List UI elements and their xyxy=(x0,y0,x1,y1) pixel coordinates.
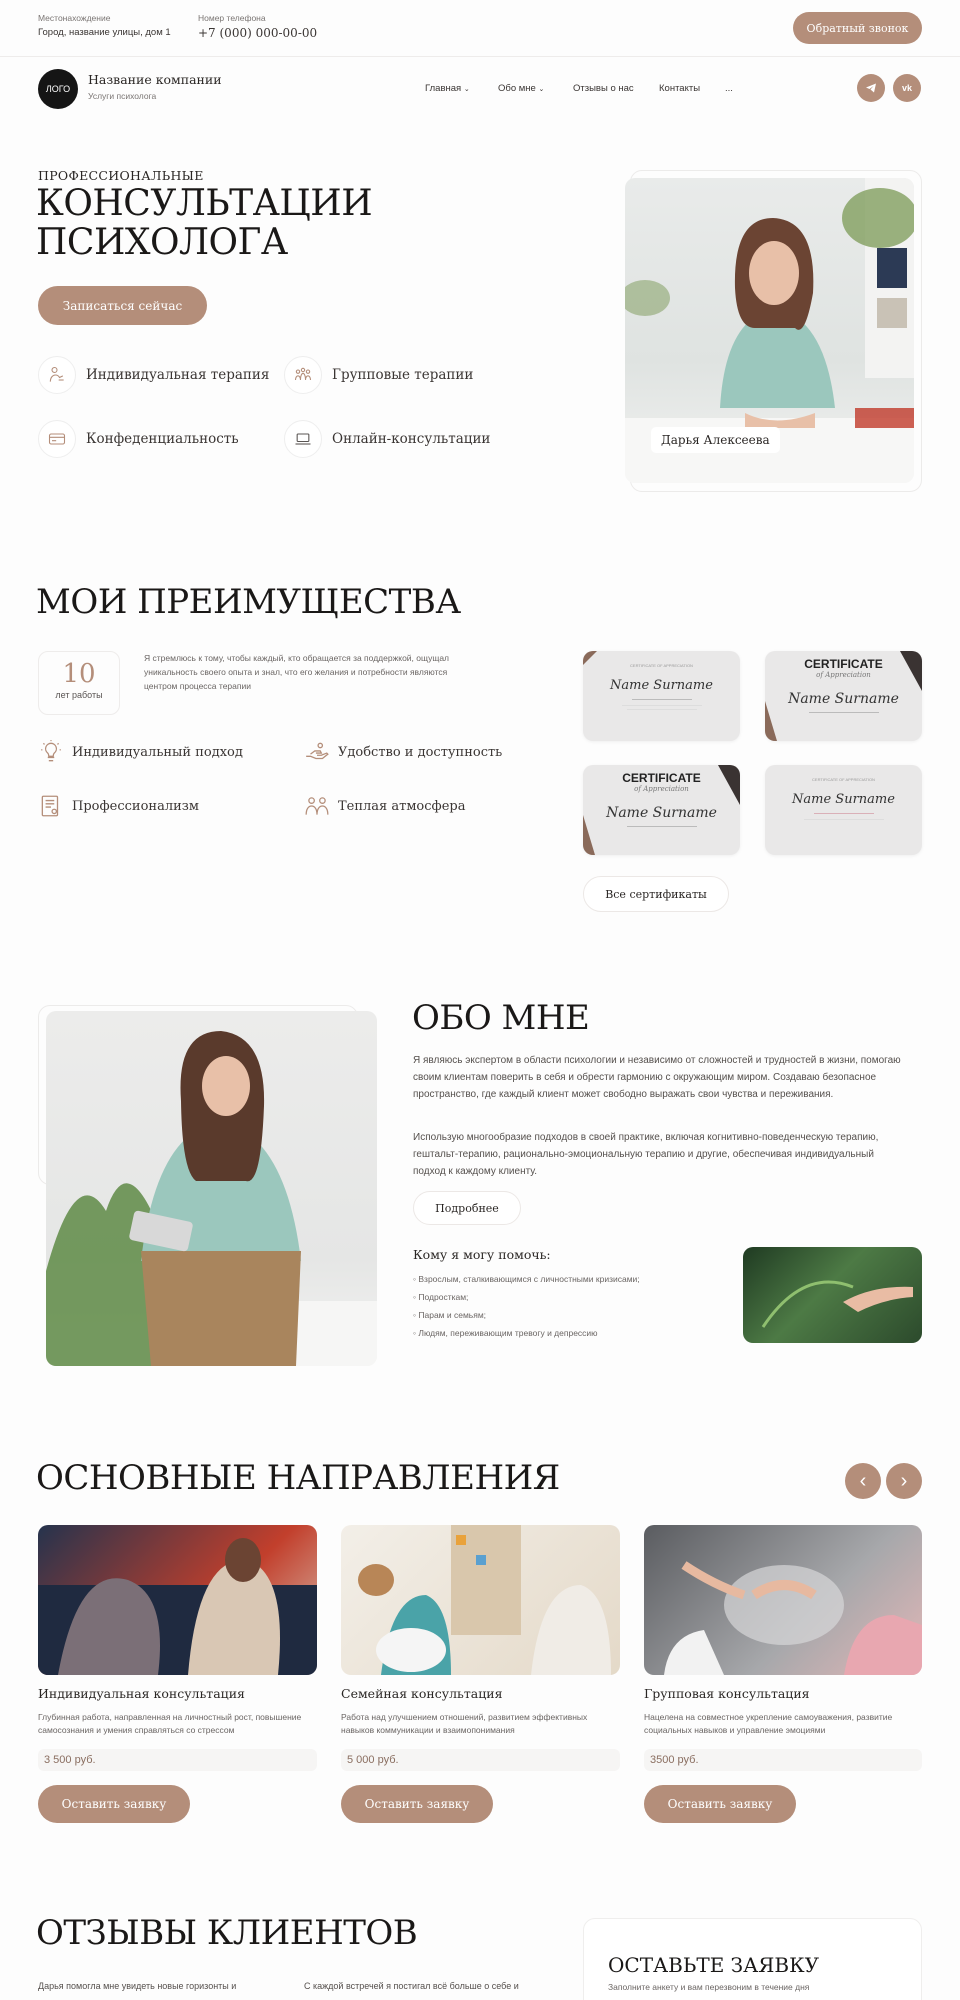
order-button[interactable]: Оставить заявку xyxy=(644,1785,796,1823)
signup-button[interactable]: Записаться сейчас xyxy=(38,286,207,325)
direction-card-text: Глубинная работа, направленная на личнос… xyxy=(38,1712,302,1735)
direction-price: 3500 руб. xyxy=(644,1749,922,1771)
about-paragraph-2: Использую многообразие подходов в своей … xyxy=(413,1132,879,1177)
hero-title: КОНСУЛЬТАЦИИ ПСИХОЛОГА xyxy=(36,183,373,263)
direction-card-text: Работа над улучшением отношений, развити… xyxy=(341,1712,588,1735)
direction-photo xyxy=(644,1525,922,1675)
order-button[interactable]: Оставить заявку xyxy=(38,1785,190,1823)
order-button[interactable]: Оставить заявку xyxy=(341,1785,493,1823)
slider-prev-button[interactable]: ‹ xyxy=(845,1463,881,1499)
callback-button[interactable]: Обратный звонок xyxy=(793,12,922,44)
feature-label: Конфеденциальность xyxy=(86,431,239,447)
advantage-item: Индивидуальный подход xyxy=(38,739,243,765)
nature-photo xyxy=(743,1247,922,1343)
years-label: лет работы xyxy=(55,690,103,700)
help-title: Кому я могу помочь: xyxy=(413,1247,551,1262)
all-certificates-button[interactable]: Все сертификаты xyxy=(583,876,729,912)
feature-label: Групповые терапии xyxy=(332,367,474,383)
phone-block: Номер телефона +7 (000) 000-00-00 xyxy=(198,13,317,40)
nav-item-more[interactable]: ... xyxy=(725,83,733,94)
list-item: ◦ Взрослым, сталкивающимся с личностными… xyxy=(413,1274,640,1284)
group-icon xyxy=(284,356,322,394)
review-snippet: С каждой встречей я постигал всё больше … xyxy=(304,1981,519,1991)
direction-card-title: Семейная консультация xyxy=(341,1686,503,1701)
header-divider xyxy=(0,56,960,57)
phone-label: Номер телефона xyxy=(198,13,266,23)
direction-photo xyxy=(38,1525,317,1675)
hero-feature-group: Групповые терапии xyxy=(284,356,473,394)
certificate-card[interactable]: CERTIFICATE of Appreciation Name Surname xyxy=(765,651,922,741)
feature-label: Индивидуальная терапия xyxy=(86,367,270,383)
people-icon xyxy=(305,797,329,815)
location-block: Местонахождение Город, название улицы, д… xyxy=(38,13,171,38)
slider-next-button[interactable]: › xyxy=(886,1463,922,1499)
help-list: ◦ Взрослым, сталкивающимся с личностными… xyxy=(413,1270,640,1342)
reviews-title: ОТЗЫВЫ КЛИЕНТОВ xyxy=(36,1913,418,1953)
advantage-item: Удобство и доступность xyxy=(304,739,502,765)
phone-value[interactable]: +7 (000) 000-00-00 xyxy=(198,26,317,40)
feature-label: Онлайн-консультации xyxy=(332,431,491,447)
chevron-right-icon: › xyxy=(900,1469,908,1492)
more-button[interactable]: Подробнее xyxy=(413,1191,521,1225)
about-paragraph-1: Я являюсь экспертом в области психологии… xyxy=(413,1055,901,1100)
direction-card-text: Нацелена на совместное укрепление самоув… xyxy=(644,1712,893,1735)
advantages-text: Я стремлюсь к тому, чтобы каждый, кто об… xyxy=(144,653,450,691)
main-nav: Главная ⌄ Обо мне ⌄ Отзывы о нас Контакт… xyxy=(425,83,733,94)
advantage-item: Теплая атмосфера xyxy=(304,793,465,819)
card-icon xyxy=(38,420,76,458)
logo[interactable]: ЛОГО xyxy=(38,69,78,109)
hero-feature-online: Онлайн-консультации xyxy=(284,420,490,458)
location-label: Местонахождение xyxy=(38,13,111,23)
hero-feature-confidential: Конфеденциальность xyxy=(38,420,239,458)
form-title: ОСТАВЬТЕ ЗАЯВКУ xyxy=(608,1953,820,1977)
vk-icon: vk xyxy=(901,83,912,93)
about-title: ОБО МНЕ xyxy=(412,998,590,1038)
chevron-down-icon: ⌄ xyxy=(538,86,545,93)
photo-caption: Дарья Алексеева xyxy=(651,427,780,453)
certificate-card[interactable]: CERTIFICATE OF APPRECIATION Name Surname xyxy=(765,765,922,855)
hand-icon xyxy=(306,742,329,760)
advantages-title: МОИ ПРЕИМУЩЕСТВА xyxy=(36,582,461,622)
vk-button[interactable]: vk xyxy=(893,74,921,102)
years-badge: 10 лет работы xyxy=(38,651,120,715)
laptop-icon xyxy=(284,420,322,458)
person-therapy-icon xyxy=(38,356,76,394)
list-item: ◦ Подросткам; xyxy=(413,1292,469,1302)
direction-card-title: Индивидуальная консультация xyxy=(38,1686,245,1701)
hero-feature-individual: Индивидуальная терапия xyxy=(38,356,269,394)
location-value: Город, название улицы, дом 1 xyxy=(38,27,171,38)
direction-price: 3 500 руб. xyxy=(38,1749,317,1771)
years-number: 10 xyxy=(62,659,96,689)
nav-item-about[interactable]: Обо мне ⌄ xyxy=(498,83,573,94)
review-snippet: Дарья помогла мне увидеть новые горизонт… xyxy=(38,1981,237,1991)
chevron-left-icon: ‹ xyxy=(859,1469,867,1492)
nav-item-contacts[interactable]: Контакты xyxy=(659,83,725,94)
nav-item-home[interactable]: Главная ⌄ xyxy=(425,83,498,94)
direction-photo xyxy=(341,1525,620,1675)
hero-kicker: ПРОФЕССИОНАЛЬНЫЕ xyxy=(38,168,204,183)
advantage-item: Профессионализм xyxy=(38,793,199,819)
direction-card-title: Групповая консультация xyxy=(644,1686,810,1701)
list-item: ◦ Людям, переживающим тревогу и депресси… xyxy=(413,1328,598,1338)
lightbulb-icon xyxy=(41,740,61,762)
chevron-down-icon: ⌄ xyxy=(463,86,470,93)
direction-price: 5 000 руб. xyxy=(341,1749,620,1771)
certificate-card[interactable]: CERTIFICATE of Appreciation Name Surname xyxy=(583,765,740,855)
directions-title: ОСНОВНЫЕ НАПРАВЛЕНИЯ xyxy=(36,1458,560,1498)
form-subtitle: Заполните анкету и вам перезвоним в тече… xyxy=(608,1982,810,1992)
list-item: ◦ Парам и семьям; xyxy=(413,1310,487,1320)
certificate-icon xyxy=(41,795,59,817)
company-subtitle: Услуги психолога xyxy=(88,91,157,101)
telegram-button[interactable] xyxy=(857,74,885,102)
telegram-icon xyxy=(866,83,876,93)
nav-item-reviews[interactable]: Отзывы о нас xyxy=(573,83,659,94)
certificate-card[interactable]: CERTIFICATE OF APPRECIATION Name Surname xyxy=(583,651,740,741)
about-photo xyxy=(46,1011,377,1366)
company-name: Название компании xyxy=(88,72,222,87)
request-form: ОСТАВЬТЕ ЗАЯВКУ Заполните анкету и вам п… xyxy=(583,1918,922,2000)
